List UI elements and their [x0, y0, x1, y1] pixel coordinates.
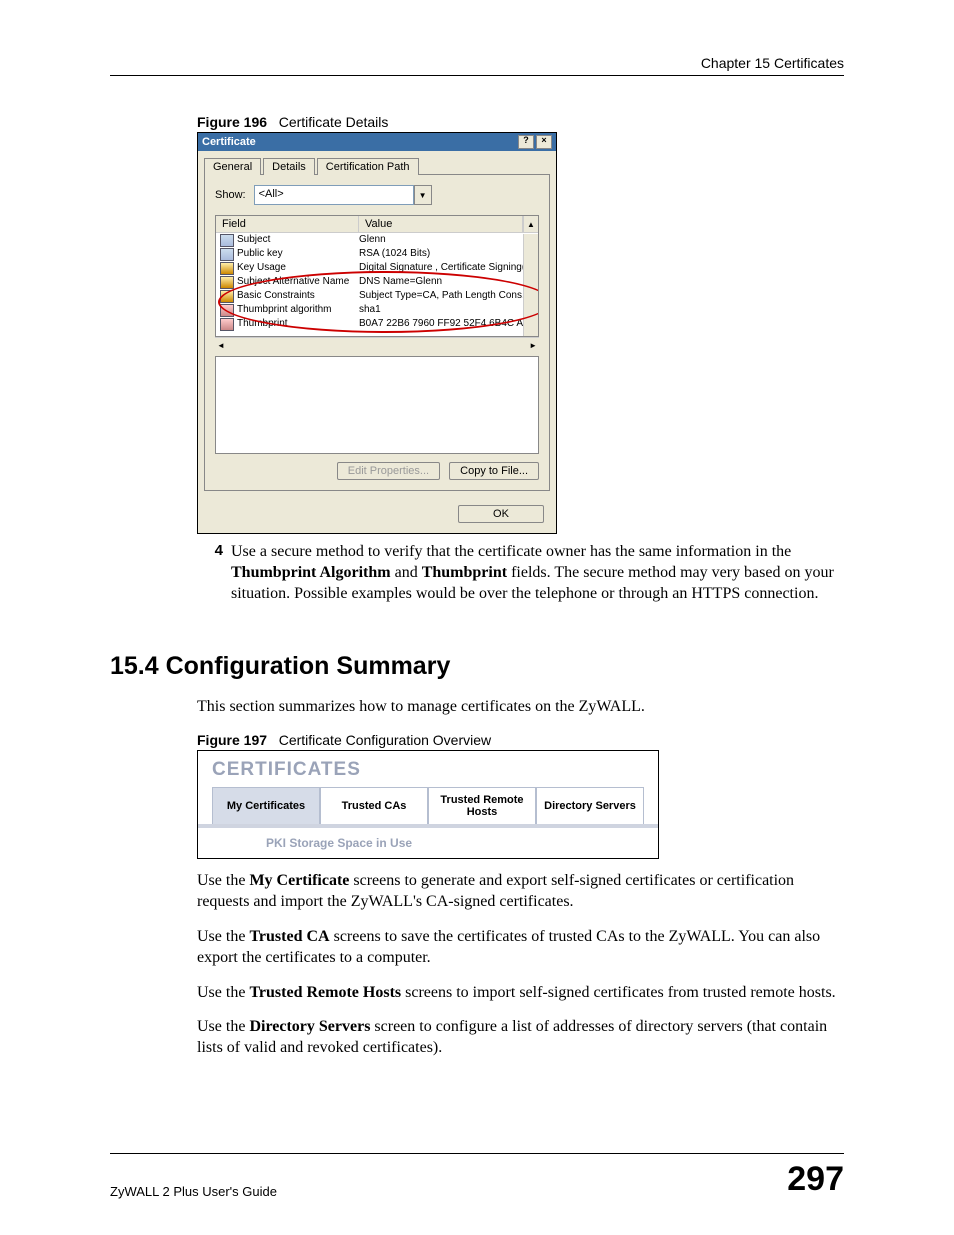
key-icon: [220, 262, 234, 275]
tab-certification-path[interactable]: Certification Path: [317, 158, 419, 175]
bold: Trusted CA: [249, 928, 329, 945]
figure197-caption: Figure 197 Certificate Configuration Ove…: [197, 732, 844, 748]
step-4: 4 Use a secure method to verify that the…: [197, 542, 844, 604]
edit-properties-button: Edit Properties...: [337, 462, 440, 480]
footer-guide: ZyWALL 2 Plus User's Guide: [110, 1184, 277, 1199]
para-trusted-ca: Use the Trusted CA screens to save the c…: [197, 927, 844, 969]
tab-my-certificates[interactable]: My Certificates: [212, 787, 320, 824]
text: Use the: [197, 872, 249, 889]
bold: Trusted Remote Hosts: [249, 984, 401, 1001]
row-field: Public key: [237, 247, 359, 261]
figure196-label: Figure 196: [197, 114, 267, 130]
key-icon: [220, 276, 234, 289]
certificates-panel: CERTIFICATES My Certificates Trusted CAs…: [197, 750, 659, 859]
table-row[interactable]: Subject Alternative NameDNS Name=Glenn: [216, 275, 538, 289]
field-table: Field Value ▲ SubjectGlenn Public keyRSA…: [215, 215, 539, 337]
dialog-titlebar: Certificate ? ×: [198, 133, 556, 151]
detail-text-area: [215, 356, 539, 454]
chevron-down-icon[interactable]: ▼: [414, 185, 432, 205]
col-field-header[interactable]: Field: [216, 216, 359, 232]
tab-trusted-remote-hosts[interactable]: Trusted Remote Hosts: [428, 787, 536, 824]
figure197-caption-text: Certificate Configuration Overview: [279, 732, 491, 748]
text: Use a secure method to verify that the c…: [231, 543, 791, 560]
table-row[interactable]: Key UsageDigital Signature , Certificate…: [216, 261, 538, 275]
help-icon[interactable]: ?: [518, 135, 534, 149]
row-field: Basic Constraints: [237, 289, 359, 303]
figure197-label: Figure 197: [197, 732, 267, 748]
text: Use the: [197, 928, 249, 945]
section-intro: This section summarizes how to manage ce…: [197, 697, 844, 718]
row-field: Key Usage: [237, 261, 359, 275]
section-heading: 15.4 Configuration Summary: [110, 652, 844, 681]
page-number: 297: [787, 1160, 844, 1199]
ok-button[interactable]: OK: [458, 505, 544, 523]
dialog-title: Certificate: [202, 136, 256, 148]
key-icon: [220, 290, 234, 303]
pki-storage-label: PKI Storage Space in Use: [198, 828, 658, 858]
certificate-dialog: Certificate ? × General Details Certific…: [197, 132, 557, 534]
bold: My Certificate: [249, 872, 349, 889]
text: Use the: [197, 1018, 249, 1035]
details-panel: Show: <All> ▼ Field Value ▲ SubjectGlenn…: [204, 174, 550, 491]
dialog-tabs: General Details Certification Path: [198, 151, 556, 174]
row-value: Subject Type=CA, Path Length Cons...: [359, 289, 538, 303]
close-icon[interactable]: ×: [536, 135, 552, 149]
bold: Thumbprint Algorithm: [231, 564, 391, 581]
table-row[interactable]: Thumbprint algorithmsha1: [216, 303, 538, 317]
para-directory-servers: Use the Directory Servers screen to conf…: [197, 1017, 844, 1059]
bold: Directory Servers: [249, 1018, 370, 1035]
tab-details[interactable]: Details: [263, 158, 315, 175]
table-row[interactable]: SubjectGlenn: [216, 233, 538, 247]
figure196-caption: Figure 196 Certificate Details: [197, 114, 844, 130]
table-row[interactable]: Basic ConstraintsSubject Type=CA, Path L…: [216, 289, 538, 303]
doc-icon: [220, 248, 234, 261]
row-value: RSA (1024 Bits): [359, 247, 538, 261]
text: Use the: [197, 984, 249, 1001]
copy-to-file-button[interactable]: Copy to File...: [449, 462, 539, 480]
tab-directory-servers[interactable]: Directory Servers: [536, 787, 644, 824]
row-value: B0A7 22B6 7960 FF92 52F4 6B4C A2...: [359, 317, 538, 331]
text: and: [391, 564, 422, 581]
step-text: Use a secure method to verify that the c…: [231, 542, 844, 604]
table-row[interactable]: ThumbprintB0A7 22B6 7960 FF92 52F4 6B4C …: [216, 317, 538, 331]
row-value: Glenn: [359, 233, 538, 247]
page-footer: ZyWALL 2 Plus User's Guide 297: [110, 1153, 844, 1199]
page-header: Chapter 15 Certificates: [110, 55, 844, 76]
doc-icon: [220, 234, 234, 247]
scroll-right-icon[interactable]: ►: [529, 341, 537, 350]
row-value: DNS Name=Glenn: [359, 275, 538, 289]
row-value: Digital Signature , Certificate Signing(…: [359, 261, 538, 275]
show-select[interactable]: <All>: [254, 185, 414, 205]
scroll-up-icon[interactable]: ▲: [523, 216, 538, 232]
certificates-tabs: My Certificates Trusted CAs Trusted Remo…: [198, 787, 658, 828]
bold: Thumbprint: [422, 564, 507, 581]
row-value: sha1: [359, 303, 538, 317]
show-label: Show:: [215, 189, 246, 201]
certificates-title: CERTIFICATES: [198, 751, 658, 787]
tab-general[interactable]: General: [204, 158, 261, 175]
table-row[interactable]: Public keyRSA (1024 Bits): [216, 247, 538, 261]
horizontal-scrollbar[interactable]: ◄ ►: [215, 337, 539, 352]
tab-trusted-cas[interactable]: Trusted CAs: [320, 787, 428, 824]
step-number: 4: [197, 542, 231, 604]
thumb-icon: [220, 318, 234, 331]
thumb-icon: [220, 304, 234, 317]
para-my-certificate: Use the My Certificate screens to genera…: [197, 871, 844, 913]
figure196-caption-text: Certificate Details: [279, 114, 389, 130]
col-value-header[interactable]: Value: [359, 216, 523, 232]
row-field: Subject Alternative Name: [237, 275, 359, 289]
vertical-scrollbar[interactable]: [523, 234, 538, 336]
scroll-left-icon[interactable]: ◄: [217, 341, 225, 350]
row-field: Thumbprint: [237, 317, 359, 331]
field-rows: SubjectGlenn Public keyRSA (1024 Bits) K…: [216, 233, 538, 331]
row-field: Thumbprint algorithm: [237, 303, 359, 317]
row-field: Subject: [237, 233, 359, 247]
text: screens to import self-signed certificat…: [401, 984, 836, 1001]
para-trusted-remote-hosts: Use the Trusted Remote Hosts screens to …: [197, 983, 844, 1004]
